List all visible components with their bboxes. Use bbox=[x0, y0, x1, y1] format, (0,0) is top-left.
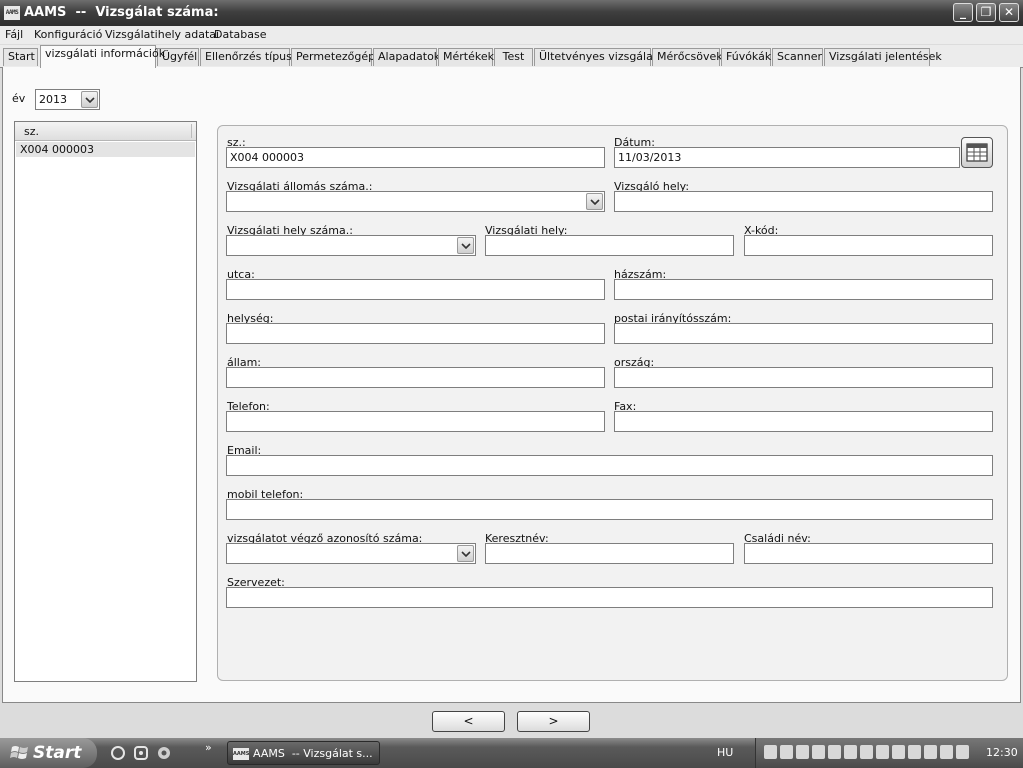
tab-inspection-info[interactable]: vizsgálati információk bbox=[40, 45, 165, 68]
start-button[interactable]: Start bbox=[0, 738, 97, 768]
house-number-field[interactable] bbox=[614, 279, 993, 300]
date-field[interactable]: 11/03/2013 bbox=[614, 147, 960, 168]
list-header[interactable]: sz. bbox=[15, 122, 196, 141]
browser-icon[interactable] bbox=[110, 745, 126, 761]
quick-launch-chevron[interactable]: » bbox=[205, 741, 212, 754]
tab-strip: Start vizsgálati információk Ügyfél Elle… bbox=[0, 45, 1023, 68]
station-number-select[interactable] bbox=[226, 191, 605, 212]
tray-icon[interactable] bbox=[940, 745, 953, 759]
tray-icon[interactable] bbox=[812, 745, 825, 759]
inspector-id-select[interactable] bbox=[226, 543, 476, 564]
tab-nozzles[interactable]: Fúvókák bbox=[721, 48, 771, 66]
chevron-down-icon[interactable] bbox=[586, 193, 603, 210]
chevron-down-icon[interactable] bbox=[457, 237, 474, 254]
mobile-field[interactable] bbox=[226, 499, 993, 520]
inspecting-place-field[interactable] bbox=[614, 191, 993, 212]
tray-icon[interactable] bbox=[780, 745, 793, 759]
tray-icon[interactable] bbox=[876, 745, 889, 759]
country-field[interactable] bbox=[614, 367, 993, 388]
phone-field[interactable] bbox=[226, 411, 605, 432]
menu-bar: Fájl Konfiguráció Vizsgálatihely adatai … bbox=[0, 26, 1023, 44]
media-icon[interactable] bbox=[133, 745, 149, 761]
tray-icon[interactable] bbox=[860, 745, 873, 759]
tray-icon[interactable] bbox=[828, 745, 841, 759]
list-item-label: X004 000003 bbox=[20, 143, 95, 156]
chevron-down-icon[interactable] bbox=[81, 91, 98, 108]
xcode-field[interactable] bbox=[744, 235, 993, 256]
refresh-icon[interactable] bbox=[156, 745, 172, 761]
tray-icon[interactable] bbox=[956, 745, 969, 759]
tray-icon[interactable] bbox=[892, 745, 905, 759]
tab-reports[interactable]: Vizsgálati jelentések bbox=[824, 48, 942, 66]
tab-orchard-test[interactable]: Ültetvényes vizsgálat bbox=[534, 48, 657, 66]
list-item[interactable]: X004 000003 bbox=[16, 142, 195, 157]
calendar-button[interactable] bbox=[961, 137, 993, 168]
menu-file[interactable]: Fájl bbox=[5, 28, 23, 41]
window-title: AAMS -- Vizsgálat száma: bbox=[24, 5, 219, 20]
first-name-field[interactable] bbox=[485, 543, 734, 564]
menu-database[interactable]: Database bbox=[214, 28, 267, 41]
email-field[interactable] bbox=[226, 455, 993, 476]
fax-field[interactable] bbox=[614, 411, 993, 432]
taskbar-item-aams[interactable]: AAMS AAMS -- Vizsgálat s... bbox=[227, 741, 380, 765]
tab-scanner[interactable]: Scanner bbox=[772, 48, 823, 66]
restore-button[interactable]: ❐ bbox=[976, 3, 996, 22]
tab-measuring-tubes[interactable]: Mérőcsövek bbox=[652, 48, 723, 66]
year-value: 2013 bbox=[39, 93, 67, 106]
menu-configuration[interactable]: Konfiguráció bbox=[34, 28, 102, 41]
column-separator bbox=[191, 124, 192, 138]
date-value: 11/03/2013 bbox=[618, 151, 682, 164]
city-field[interactable] bbox=[226, 323, 605, 344]
site-field[interactable] bbox=[485, 235, 734, 256]
year-label: év bbox=[12, 92, 26, 105]
close-button[interactable]: ✕ bbox=[999, 3, 1019, 22]
minimize-button[interactable]: _ bbox=[953, 3, 973, 22]
chevron-down-icon[interactable] bbox=[457, 545, 474, 562]
menu-site-data[interactable]: Vizsgálatihely adatai bbox=[105, 28, 219, 41]
previous-button[interactable]: < bbox=[432, 711, 505, 732]
tray-icon[interactable] bbox=[844, 745, 857, 759]
system-tray: 12:30 bbox=[755, 738, 1023, 768]
taskbar: Start » AAMS AAMS -- Vizsgálat s... HU 1… bbox=[0, 738, 1023, 768]
organization-field[interactable] bbox=[226, 587, 993, 608]
tray-icon[interactable] bbox=[908, 745, 921, 759]
street-field[interactable] bbox=[226, 279, 605, 300]
postal-code-field[interactable] bbox=[614, 323, 993, 344]
tab-check-type[interactable]: Ellenőrzés típusa bbox=[200, 48, 299, 66]
list-header-label: sz. bbox=[24, 125, 40, 138]
start-label: Start bbox=[33, 743, 82, 763]
year-select[interactable]: 2013 bbox=[35, 89, 100, 110]
clock[interactable]: 12:30 bbox=[986, 746, 1018, 759]
app-icon: AAMS bbox=[4, 6, 20, 20]
sz-field[interactable]: X004 000003 bbox=[226, 147, 605, 168]
windows-flag-icon bbox=[10, 746, 28, 759]
tab-test[interactable]: Test bbox=[494, 48, 533, 66]
sz-value: X004 000003 bbox=[230, 151, 305, 164]
inspection-list: sz. X004 000003 bbox=[14, 121, 197, 682]
taskbar-item-label: AAMS -- Vizsgálat s... bbox=[253, 747, 373, 760]
language-indicator[interactable]: HU bbox=[717, 746, 733, 759]
calendar-icon bbox=[966, 143, 988, 162]
title-bar: AAMS AAMS -- Vizsgálat száma: _ ❐ ✕ bbox=[0, 0, 1023, 26]
next-button[interactable]: > bbox=[517, 711, 590, 732]
tab-measures[interactable]: Mértékek bbox=[438, 48, 494, 66]
taskbar-app-icon: AAMS bbox=[233, 748, 249, 760]
state-field[interactable] bbox=[226, 367, 605, 388]
tray-icon[interactable] bbox=[764, 745, 777, 759]
site-number-select[interactable] bbox=[226, 235, 476, 256]
tab-sprayer[interactable]: Permetezőgép bbox=[291, 48, 375, 66]
tab-start[interactable]: Start bbox=[3, 48, 38, 66]
last-name-field[interactable] bbox=[744, 543, 993, 564]
tray-icon[interactable] bbox=[924, 745, 937, 759]
tab-basic-data[interactable]: Alapadatok bbox=[373, 48, 440, 66]
tray-icon[interactable] bbox=[796, 745, 809, 759]
